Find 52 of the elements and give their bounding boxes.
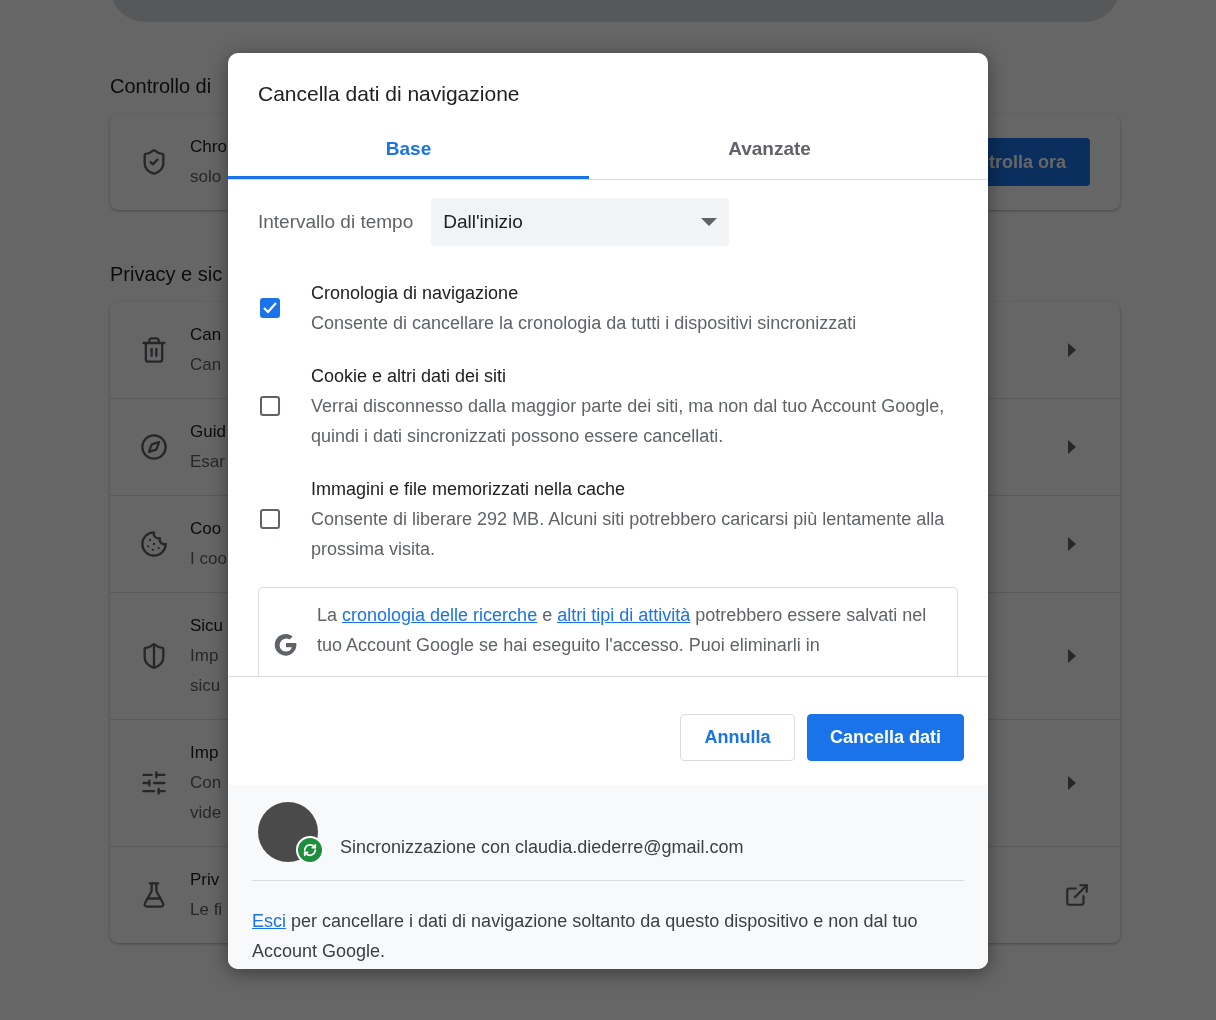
setting-title: Imp bbox=[190, 742, 219, 764]
option-description: Consente di cancellare la cronologia da tutti i dispositivi sincronizzati bbox=[311, 312, 857, 335]
option-description: Consente di liberare 292 MB. Alcuni siti potrebbero caricarsi più lentamente alla prossima visita. bbox=[311, 508, 946, 561]
setting-description: Imp bbox=[190, 645, 219, 667]
setting-description: Can bbox=[190, 354, 222, 376]
info-text: La cronologia delle ricerche e altri tipi di attività potrebbero essere salvati nel tuo Account Google se hai eseguito l'accesso. Puoi eliminarli in bbox=[317, 604, 928, 657]
sync-icon bbox=[296, 836, 324, 864]
setting-title: Priv bbox=[190, 869, 220, 891]
setting-description: sicu bbox=[190, 675, 221, 697]
tab[interactable]: Base bbox=[228, 121, 589, 179]
confirm-button[interactable]: Cancella dati bbox=[806, 714, 964, 761]
setting-description: Le fi bbox=[190, 899, 223, 921]
checkbox[interactable] bbox=[260, 396, 280, 416]
option-label: Cronologia di navigazione bbox=[311, 282, 520, 305]
setting-description: solo bbox=[190, 166, 222, 188]
field-label: Intervallo di tempo bbox=[258, 211, 414, 233]
dropdown-caret-icon bbox=[701, 218, 718, 226]
google-g-icon bbox=[273, 632, 299, 658]
arrow-right-icon[interactable] bbox=[1068, 440, 1076, 454]
sliders-icon bbox=[140, 769, 168, 797]
option-description: Verrai disconnesso dalla maggior parte dei siti, ma non dal tuo Account Google, quindi i dati sincronizzati possono essere cancellati. bbox=[311, 395, 946, 448]
setting-description: Con bbox=[190, 772, 222, 794]
setting-description: I coo bbox=[190, 548, 227, 570]
option-label: Immagini e file memorizzati nella cache bbox=[311, 478, 627, 501]
option-label: Cookie e altri dati dei siti bbox=[311, 365, 508, 388]
dialog-title: Cancella dati di navigazione bbox=[257, 81, 521, 107]
text-link[interactable]: Esci bbox=[252, 911, 286, 931]
checkbox[interactable] bbox=[260, 509, 280, 529]
signout-note: Esci per cancellare i dati di navigazione soltanto da questo dispositivo e non dal tuo Account Google. bbox=[252, 910, 919, 963]
setting-description: Esar bbox=[190, 451, 225, 473]
arrow-right-icon[interactable] bbox=[1068, 537, 1076, 551]
text-link[interactable]: altri tipi di attività bbox=[557, 605, 691, 625]
setting-title: Chro bbox=[190, 136, 227, 158]
external-link-icon[interactable] bbox=[1064, 882, 1090, 908]
text-link[interactable]: cronologia delle ricerche bbox=[342, 605, 538, 625]
setting-title: Can bbox=[190, 324, 222, 346]
checkbox[interactable] bbox=[260, 298, 280, 318]
arrow-right-icon[interactable] bbox=[1068, 343, 1076, 357]
section-title: Privacy e sic bbox=[110, 262, 223, 286]
time-range-dropdown[interactable]: Dall'inizio bbox=[431, 198, 730, 246]
sync-status: Sincronizzazione con claudia.diederre@gmail.com bbox=[340, 837, 744, 858]
setting-description: vide bbox=[190, 802, 222, 824]
setting-title: Coo bbox=[190, 518, 222, 540]
setting-title: Sicu bbox=[190, 615, 224, 637]
arrow-right-icon[interactable] bbox=[1068, 776, 1076, 790]
cookie-icon bbox=[140, 530, 168, 558]
compass-icon bbox=[140, 433, 168, 461]
trash-icon bbox=[140, 336, 168, 364]
cancel-button[interactable]: Annulla bbox=[679, 714, 795, 761]
section-title: Controllo di bbox=[110, 74, 212, 98]
setting-title: Guid bbox=[190, 421, 226, 443]
arrow-right-icon[interactable] bbox=[1068, 649, 1076, 663]
